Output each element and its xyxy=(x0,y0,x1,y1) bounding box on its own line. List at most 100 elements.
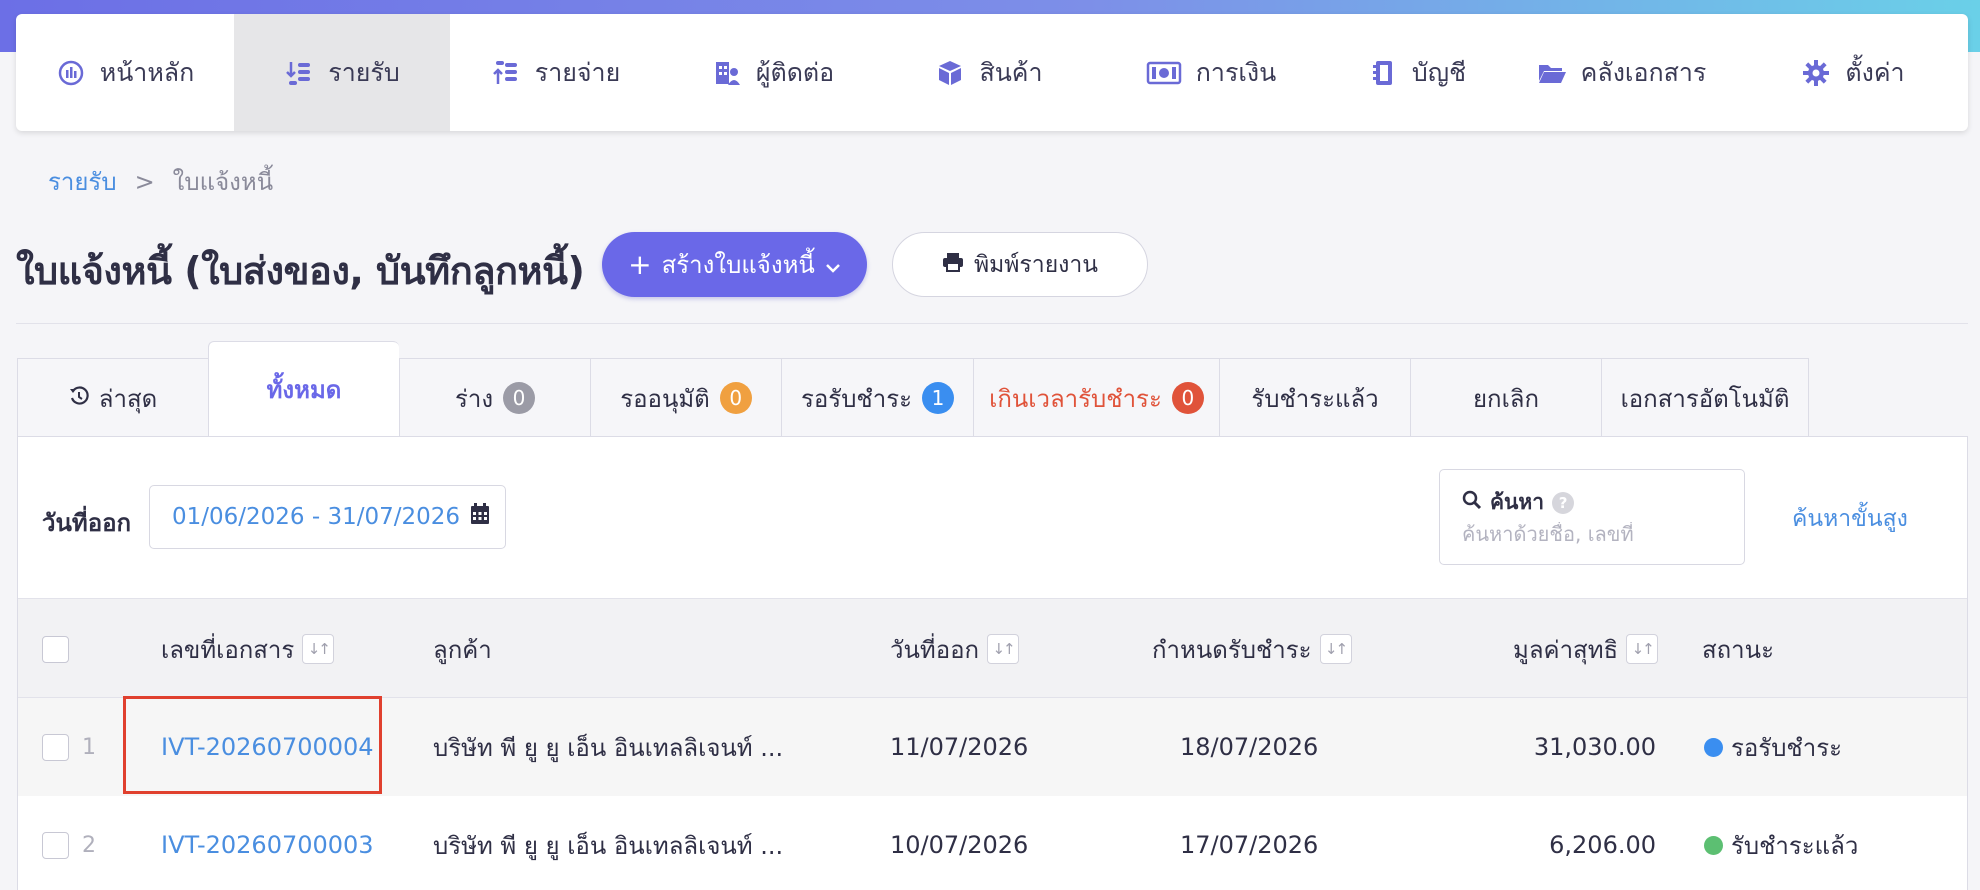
nav-item-contacts[interactable]: ผู้ติดต่อ xyxy=(661,14,885,131)
select-all-checkbox[interactable] xyxy=(42,635,69,663)
table-header: เลขที่เอกสาร ↓↑ ลูกค้า วันที่ออก ↓↑ กำหน… xyxy=(18,598,1967,698)
status-dot xyxy=(1704,737,1723,757)
table-row[interactable]: 1 IVT-20260700004 บริษัท พี ยู ยู เอ็น อ… xyxy=(18,696,1967,796)
calendar-icon xyxy=(470,503,490,531)
search-icon xyxy=(1462,490,1482,515)
page-title: ใบแจ้งหนี้ (ใบส่งของ, บันทึกลูกหนี้) xyxy=(16,249,585,293)
tab-label: เกินเวลารับชำระ xyxy=(989,384,1162,413)
nav-label: สินค้า xyxy=(979,57,1043,87)
nav-item-documents[interactable]: คลังเอกสาร xyxy=(1505,14,1738,131)
tab-label: รออนุมัติ xyxy=(620,384,710,413)
search-box: ค้นหา ? xyxy=(1439,469,1745,565)
column-customer: ลูกค้า xyxy=(433,599,492,699)
history-icon xyxy=(69,384,89,412)
nav-item-products[interactable]: สินค้า xyxy=(885,14,1093,131)
tab-awaiting-payment[interactable]: รอรับชำระ 1 xyxy=(781,358,973,437)
customer-name: บริษัท พี ยู ยู เอ็น อินเทลลิเจนท์ ... xyxy=(433,831,784,860)
sort-icon[interactable]: ↓↑ xyxy=(302,634,335,664)
tab-latest[interactable]: ล่าสุด xyxy=(17,358,208,437)
tab-all[interactable]: ทั้งหมด xyxy=(208,341,399,437)
tab-label: ร่าง xyxy=(454,384,494,413)
issue-date: 11/07/2026 xyxy=(890,733,1029,761)
tab-label: เอกสารอัตโนมัติ xyxy=(1620,384,1790,413)
status-dot xyxy=(1704,835,1723,855)
issue-date: 10/07/2026 xyxy=(890,831,1029,859)
sort-icon[interactable]: ↓↑ xyxy=(987,634,1020,664)
status-label: รอรับชำระ xyxy=(1731,733,1842,762)
nav-label: คลังเอกสาร xyxy=(1580,57,1707,87)
tab-paid[interactable]: รับชำระแล้ว xyxy=(1219,358,1410,437)
column-issue-date: วันที่ออก ↓↑ xyxy=(890,599,1020,699)
create-invoice-button[interactable]: + สร้างใบแจ้งหนี้ xyxy=(602,232,867,297)
nav-item-finance[interactable]: การเงิน xyxy=(1093,14,1329,131)
help-icon[interactable]: ? xyxy=(1552,491,1575,514)
search-title: ค้นหา ? xyxy=(1462,486,1575,519)
date-filter-label: วันที่ออก xyxy=(42,509,132,537)
doc-number-link[interactable]: IVT-20260700004 xyxy=(161,698,374,796)
tab-awaiting-approval[interactable]: รออนุมัติ 0 xyxy=(590,358,781,437)
gear-icon xyxy=(1801,58,1831,88)
tab-label: ล่าสุด xyxy=(98,384,158,413)
tab-draft[interactable]: ร่าง 0 xyxy=(399,358,590,437)
income-icon xyxy=(284,58,314,88)
contacts-icon xyxy=(712,58,742,88)
count-badge: 0 xyxy=(1171,382,1204,414)
column-net-value: มูลค่าสุทธิ ↓↑ xyxy=(1513,599,1659,699)
count-badge: 0 xyxy=(719,382,752,414)
tab-label: รับชำระแล้ว xyxy=(1251,384,1379,413)
nav-label: ผู้ติดต่อ xyxy=(755,57,835,87)
sort-icon[interactable]: ↓↑ xyxy=(1626,634,1659,664)
net-value: 31,030.00 xyxy=(1533,733,1656,761)
row-checkbox[interactable] xyxy=(42,733,69,761)
search-input[interactable] xyxy=(1462,522,1732,546)
tab-automatic-documents[interactable]: เอกสารอัตโนมัติ xyxy=(1601,358,1809,437)
breadcrumb: รายรับ > ใบแจ้งหนี้ xyxy=(48,162,273,201)
nav-label: การเงิน xyxy=(1195,57,1277,87)
divider xyxy=(16,323,1968,324)
nav-label: หน้าหลัก xyxy=(99,57,195,87)
print-report-button[interactable]: พิมพ์รายงาน xyxy=(892,232,1148,297)
row-select-cell xyxy=(42,698,69,796)
nav-item-accounting[interactable]: บัญชี xyxy=(1329,14,1505,131)
nav-item-expense[interactable]: รายจ่าย xyxy=(450,14,661,131)
expense-icon xyxy=(491,58,521,88)
money-icon xyxy=(1146,58,1182,88)
tab-label: รอรับชำระ xyxy=(801,384,912,413)
column-due-date: กำหนดรับชำระ ↓↑ xyxy=(1152,599,1352,699)
status-tabs: ล่าสุด ทั้งหมด ร่าง 0 รออนุมัติ 0 รอรับช… xyxy=(17,341,1809,437)
sort-icon[interactable]: ↓↑ xyxy=(1319,634,1352,664)
date-range-value: 01/06/2026 - 31/07/2026 xyxy=(172,504,461,530)
table-row[interactable]: 2 IVT-20260700003 บริษัท พี ยู ยู เอ็น อ… xyxy=(18,796,1967,890)
advanced-search-link[interactable]: ค้นหาขั้นสูง xyxy=(1792,501,1908,537)
column-header-label: สถานะ xyxy=(1702,635,1774,664)
doc-number-link[interactable]: IVT-20260700003 xyxy=(161,796,374,890)
tab-cancelled[interactable]: ยกเลิก xyxy=(1410,358,1601,437)
row-checkbox[interactable] xyxy=(42,831,69,859)
tab-label: ทั้งหมด xyxy=(266,376,342,404)
select-all-cell xyxy=(42,599,69,699)
nav-item-income[interactable]: รายรับ xyxy=(234,14,450,131)
breadcrumb-parent-link[interactable]: รายรับ xyxy=(48,162,117,201)
status-label: รับชำระแล้ว xyxy=(1731,831,1859,860)
due-date: 18/07/2026 xyxy=(1180,733,1319,761)
breadcrumb-separator: > xyxy=(134,167,155,196)
plus-icon: + xyxy=(628,248,652,281)
date-range-picker[interactable]: 01/06/2026 - 31/07/2026 xyxy=(149,485,506,549)
row-number: 1 xyxy=(82,734,96,760)
tab-overdue[interactable]: เกินเวลารับชำระ 0 xyxy=(973,358,1219,437)
nav-label: รายรับ xyxy=(328,57,400,87)
nav-item-settings[interactable]: ตั้งค่า xyxy=(1738,14,1968,131)
nav-label: บัญชี xyxy=(1411,57,1467,87)
search-title-label: ค้นหา xyxy=(1490,490,1545,514)
invoice-list-panel: วันที่ออก 01/06/2026 - 31/07/2026 ค้นหา … xyxy=(17,436,1968,890)
count-badge: 0 xyxy=(503,382,536,414)
create-invoice-label: สร้างใบแจ้งหนี้ xyxy=(661,251,815,279)
nav-item-home[interactable]: หน้าหลัก xyxy=(16,14,234,131)
row-number: 2 xyxy=(82,832,96,858)
print-report-label: พิมพ์รายงาน xyxy=(973,251,1099,278)
folder-icon xyxy=(1537,58,1567,88)
chevron-down-icon xyxy=(825,251,841,279)
column-header-label: กำหนดรับชำระ xyxy=(1152,635,1312,664)
accounting-book-icon xyxy=(1368,58,1398,88)
row-select-cell xyxy=(42,796,69,890)
